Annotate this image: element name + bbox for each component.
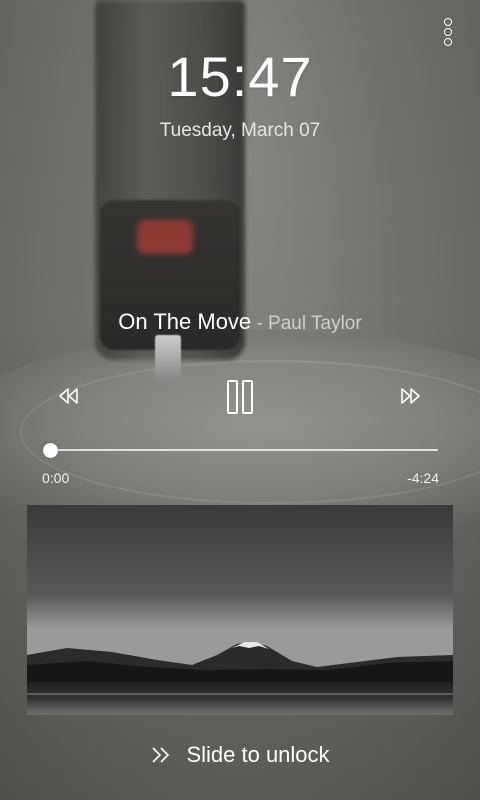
seek-bar[interactable] bbox=[45, 449, 438, 451]
overflow-dot bbox=[444, 28, 452, 36]
pause-icon bbox=[227, 380, 238, 414]
overflow-dot bbox=[444, 18, 452, 26]
album-art bbox=[27, 505, 453, 715]
track-artist: - Paul Taylor bbox=[251, 313, 362, 334]
lockscreen-clock: 15:47 bbox=[167, 45, 313, 108]
fast-forward-button[interactable] bbox=[396, 385, 424, 407]
pause-button[interactable] bbox=[222, 376, 258, 416]
double-chevron-right-icon bbox=[152, 747, 170, 763]
rewind-icon bbox=[59, 388, 78, 404]
track-title: On The Move bbox=[118, 309, 252, 334]
mountain-landscape-image bbox=[27, 505, 453, 715]
rewind-button[interactable] bbox=[55, 385, 83, 407]
lockscreen-date: Tuesday, March 07 bbox=[159, 120, 321, 141]
seek-bar-thumb[interactable] bbox=[42, 443, 58, 458]
now-playing-info: On The Move - Paul Taylor bbox=[0, 309, 480, 335]
fast-forward-icon bbox=[401, 388, 420, 404]
remaining-time: -4:24 bbox=[407, 470, 439, 486]
elapsed-time: 0:00 bbox=[42, 470, 70, 486]
slide-to-unlock[interactable]: Slide to unlock bbox=[0, 742, 480, 776]
pause-icon bbox=[242, 380, 253, 414]
slide-to-unlock-label: Slide to unlock bbox=[186, 742, 330, 767]
